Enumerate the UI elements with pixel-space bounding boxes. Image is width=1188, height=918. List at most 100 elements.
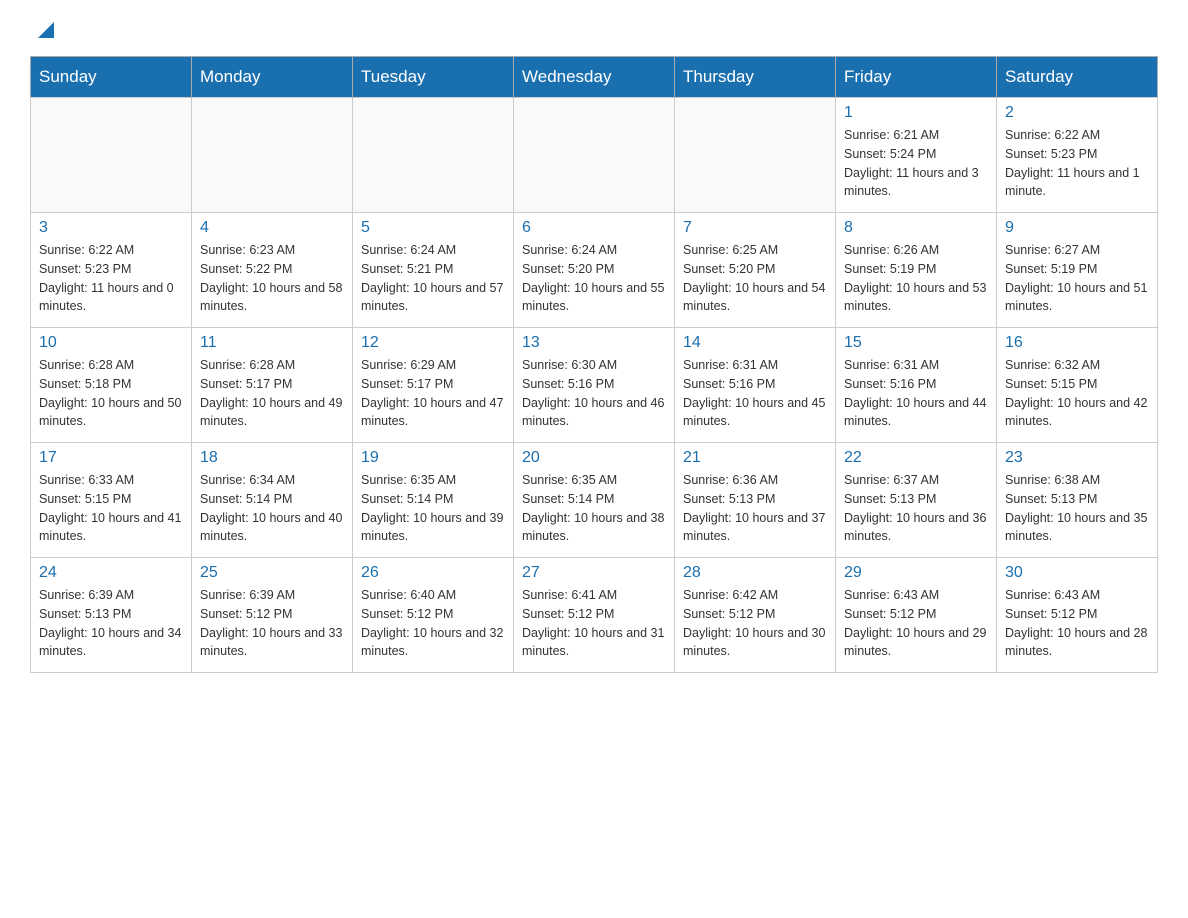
calendar-cell: 1 Sunrise: 6:21 AMSunset: 5:24 PMDaylight… [836, 98, 997, 213]
weekday-header-sunday: Sunday [31, 57, 192, 98]
day-info: Sunrise: 6:39 AMSunset: 5:13 PMDaylight:… [39, 586, 183, 661]
day-info: Sunrise: 6:34 AMSunset: 5:14 PMDaylight:… [200, 471, 344, 546]
weekday-header-tuesday: Tuesday [353, 57, 514, 98]
calendar-cell: 26Sunrise: 6:40 AMSunset: 5:12 PMDayligh… [353, 558, 514, 673]
calendar-cell: 5 Sunrise: 6:24 AMSunset: 5:21 PMDaylight… [353, 213, 514, 328]
calendar-cell: 16 Sunrise: 6:32 AMSunset: 5:15 PMDayligh… [997, 328, 1158, 443]
day-number: 2 [1005, 104, 1149, 122]
day-number: 19 [361, 449, 505, 467]
day-info: Sunrise: 6:23 AMSunset: 5:22 PMDaylight:… [200, 241, 344, 316]
day-number: 8 [844, 219, 988, 237]
day-number: 24 [39, 564, 183, 582]
day-info: Sunrise: 6:43 AMSunset: 5:12 PMDaylight:… [1005, 586, 1149, 661]
day-info: Sunrise: 6:27 AMSunset: 5:19 PMDaylight:… [1005, 241, 1149, 316]
day-info: Sunrise: 6:24 AMSunset: 5:21 PMDaylight:… [361, 241, 505, 316]
day-number: 30 [1005, 564, 1149, 582]
day-number: 4 [200, 219, 344, 237]
day-number: 3 [39, 219, 183, 237]
calendar-cell [192, 98, 353, 213]
day-number: 27 [522, 564, 666, 582]
day-number: 7 [683, 219, 827, 237]
day-info: Sunrise: 6:32 AMSunset: 5:15 PMDaylight:… [1005, 356, 1149, 431]
weekday-header-row: SundayMondayTuesdayWednesdayThursdayFrid… [31, 57, 1158, 98]
day-info: Sunrise: 6:22 AMSunset: 5:23 PMDaylight:… [39, 241, 183, 316]
day-info: Sunrise: 6:41 AMSunset: 5:12 PMDaylight:… [522, 586, 666, 661]
calendar-cell: 24 Sunrise: 6:39 AMSunset: 5:13 PMDayligh… [31, 558, 192, 673]
day-number: 20 [522, 449, 666, 467]
day-info: Sunrise: 6:37 AMSunset: 5:13 PMDaylight:… [844, 471, 988, 546]
day-info: Sunrise: 6:42 AMSunset: 5:12 PMDaylight:… [683, 586, 827, 661]
calendar-cell: 10Sunrise: 6:28 AMSunset: 5:18 PMDayligh… [31, 328, 192, 443]
calendar-cell: 7 Sunrise: 6:25 AMSunset: 5:20 PMDaylight… [675, 213, 836, 328]
day-number: 22 [844, 449, 988, 467]
day-info: Sunrise: 6:28 AMSunset: 5:17 PMDaylight:… [200, 356, 344, 431]
calendar-cell [514, 98, 675, 213]
calendar-cell: 29 Sunrise: 6:43 AMSunset: 5:12 PMDayligh… [836, 558, 997, 673]
day-number: 23 [1005, 449, 1149, 467]
day-number: 9 [1005, 219, 1149, 237]
calendar-cell: 23 Sunrise: 6:38 AMSunset: 5:13 PMDayligh… [997, 443, 1158, 558]
day-info: Sunrise: 6:35 AMSunset: 5:14 PMDaylight:… [522, 471, 666, 546]
day-number: 21 [683, 449, 827, 467]
day-info: Sunrise: 6:21 AMSunset: 5:24 PMDaylight:… [844, 126, 988, 201]
weekday-header-saturday: Saturday [997, 57, 1158, 98]
day-info: Sunrise: 6:33 AMSunset: 5:15 PMDaylight:… [39, 471, 183, 546]
weekday-header-thursday: Thursday [675, 57, 836, 98]
day-number: 18 [200, 449, 344, 467]
week-row-5: 24 Sunrise: 6:39 AMSunset: 5:13 PMDayligh… [31, 558, 1158, 673]
day-number: 29 [844, 564, 988, 582]
calendar-cell: 6 Sunrise: 6:24 AMSunset: 5:20 PMDaylight… [514, 213, 675, 328]
day-info: Sunrise: 6:25 AMSunset: 5:20 PMDaylight:… [683, 241, 827, 316]
day-number: 14 [683, 334, 827, 352]
calendar-cell [31, 98, 192, 213]
day-number: 28 [683, 564, 827, 582]
calendar-cell [675, 98, 836, 213]
day-number: 15 [844, 334, 988, 352]
day-info: Sunrise: 6:43 AMSunset: 5:12 PMDaylight:… [844, 586, 988, 661]
day-number: 26 [361, 564, 505, 582]
day-number: 6 [522, 219, 666, 237]
calendar-cell: 8 Sunrise: 6:26 AMSunset: 5:19 PMDaylight… [836, 213, 997, 328]
day-number: 5 [361, 219, 505, 237]
weekday-header-wednesday: Wednesday [514, 57, 675, 98]
day-info: Sunrise: 6:30 AMSunset: 5:16 PMDaylight:… [522, 356, 666, 431]
week-row-1: 1 Sunrise: 6:21 AMSunset: 5:24 PMDaylight… [31, 98, 1158, 213]
week-row-3: 10Sunrise: 6:28 AMSunset: 5:18 PMDayligh… [31, 328, 1158, 443]
calendar-table: SundayMondayTuesdayWednesdayThursdayFrid… [30, 56, 1158, 673]
day-number: 16 [1005, 334, 1149, 352]
logo-triangle-icon [32, 16, 60, 44]
week-row-2: 3 Sunrise: 6:22 AMSunset: 5:23 PMDaylight… [31, 213, 1158, 328]
day-number: 12 [361, 334, 505, 352]
calendar-cell: 27 Sunrise: 6:41 AMSunset: 5:12 PMDayligh… [514, 558, 675, 673]
day-info: Sunrise: 6:36 AMSunset: 5:13 PMDaylight:… [683, 471, 827, 546]
calendar-cell: 28 Sunrise: 6:42 AMSunset: 5:12 PMDayligh… [675, 558, 836, 673]
day-number: 13 [522, 334, 666, 352]
calendar-cell: 18 Sunrise: 6:34 AMSunset: 5:14 PMDayligh… [192, 443, 353, 558]
day-info: Sunrise: 6:31 AMSunset: 5:16 PMDaylight:… [844, 356, 988, 431]
calendar-cell: 30 Sunrise: 6:43 AMSunset: 5:12 PMDayligh… [997, 558, 1158, 673]
calendar-cell: 3 Sunrise: 6:22 AMSunset: 5:23 PMDaylight… [31, 213, 192, 328]
weekday-header-friday: Friday [836, 57, 997, 98]
calendar-cell: 12 Sunrise: 6:29 AMSunset: 5:17 PMDayligh… [353, 328, 514, 443]
weekday-header-monday: Monday [192, 57, 353, 98]
day-info: Sunrise: 6:26 AMSunset: 5:19 PMDaylight:… [844, 241, 988, 316]
day-info: Sunrise: 6:22 AMSunset: 5:23 PMDaylight:… [1005, 126, 1149, 201]
calendar-cell: 14 Sunrise: 6:31 AMSunset: 5:16 PMDayligh… [675, 328, 836, 443]
calendar-cell: 21 Sunrise: 6:36 AMSunset: 5:13 PMDayligh… [675, 443, 836, 558]
day-info: Sunrise: 6:24 AMSunset: 5:20 PMDaylight:… [522, 241, 666, 316]
calendar-cell: 25Sunrise: 6:39 AMSunset: 5:12 PMDayligh… [192, 558, 353, 673]
logo [30, 20, 60, 36]
calendar-cell: 2 Sunrise: 6:22 AMSunset: 5:23 PMDaylight… [997, 98, 1158, 213]
calendar-cell: 9 Sunrise: 6:27 AMSunset: 5:19 PMDaylight… [997, 213, 1158, 328]
calendar-cell: 20 Sunrise: 6:35 AMSunset: 5:14 PMDayligh… [514, 443, 675, 558]
page-header [30, 20, 1158, 36]
calendar-cell: 11Sunrise: 6:28 AMSunset: 5:17 PMDayligh… [192, 328, 353, 443]
day-number: 1 [844, 104, 988, 122]
day-info: Sunrise: 6:38 AMSunset: 5:13 PMDaylight:… [1005, 471, 1149, 546]
day-info: Sunrise: 6:31 AMSunset: 5:16 PMDaylight:… [683, 356, 827, 431]
day-info: Sunrise: 6:29 AMSunset: 5:17 PMDaylight:… [361, 356, 505, 431]
calendar-cell: 13 Sunrise: 6:30 AMSunset: 5:16 PMDayligh… [514, 328, 675, 443]
week-row-4: 17Sunrise: 6:33 AMSunset: 5:15 PMDayligh… [31, 443, 1158, 558]
calendar-cell: 4 Sunrise: 6:23 AMSunset: 5:22 PMDaylight… [192, 213, 353, 328]
calendar-cell: 19Sunrise: 6:35 AMSunset: 5:14 PMDayligh… [353, 443, 514, 558]
